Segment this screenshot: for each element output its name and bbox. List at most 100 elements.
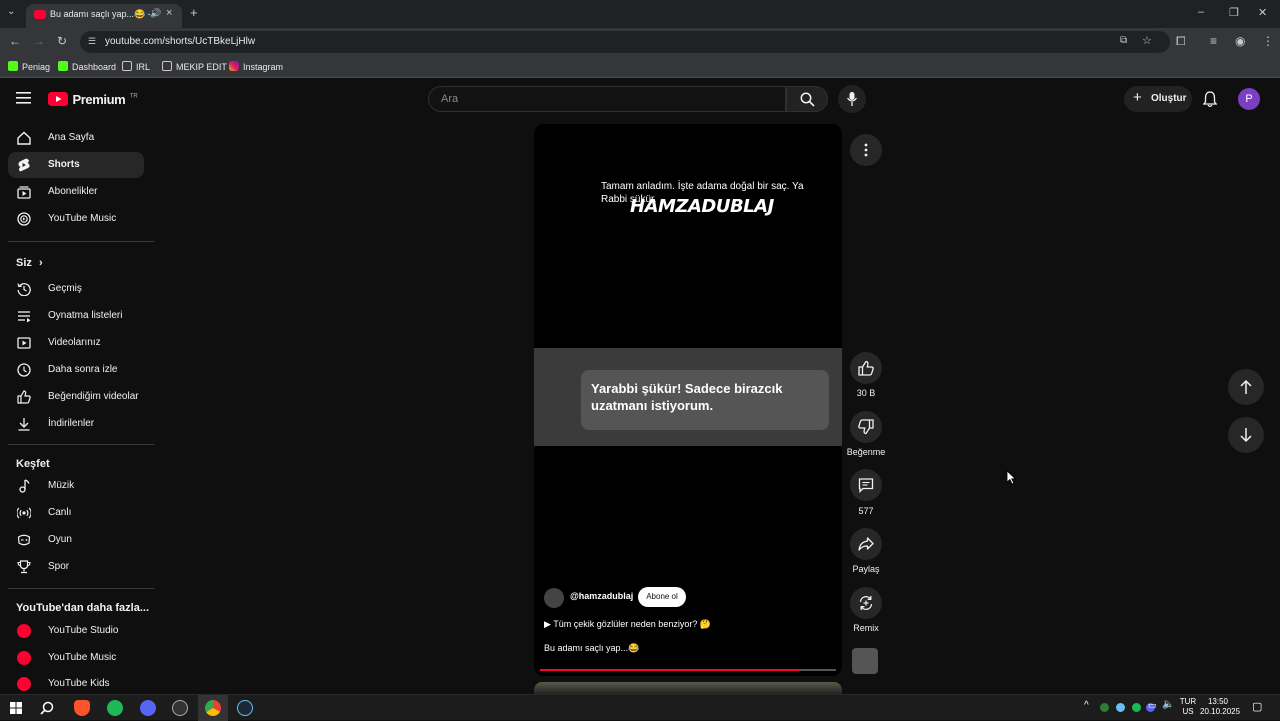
channel-avatar[interactable]	[544, 588, 564, 608]
windows-taskbar: ^ ▭ 🔈 TUR US 13:50 20.10.2025 ▢	[0, 694, 1280, 721]
back-icon[interactable]: ←	[9, 34, 21, 48]
you-heading-label: Siz	[16, 257, 32, 269]
volume-icon[interactable]: 🔈	[1162, 699, 1174, 710]
notifications-icon[interactable]: ▢	[1252, 700, 1262, 713]
maximize-button[interactable]: ❐	[1229, 6, 1239, 19]
sidebar-you-heading[interactable]: Siz ›	[16, 257, 43, 269]
sidebar-item-liked-videos[interactable]: Beğendiğim videolar	[8, 384, 144, 410]
forward-icon[interactable]: →	[33, 34, 45, 48]
game-app-icon[interactable]	[172, 700, 188, 716]
next-short-preview[interactable]	[534, 682, 842, 694]
bookmark-mekip-edit[interactable]: MEKIP EDIT	[162, 61, 227, 72]
related-video-link[interactable]: ▶ Tüm çekik gözlüler neden benziyor? 🤔	[544, 619, 711, 630]
peniag-icon	[8, 61, 18, 71]
create-button[interactable]: + Oluştur	[1124, 86, 1192, 112]
tray-app-icon[interactable]	[1100, 703, 1109, 712]
sidebar-item-subscriptions[interactable]: Abonelikler	[8, 179, 144, 205]
brave-browser-icon[interactable]	[74, 700, 90, 716]
bookmark-peniag[interactable]: Peniag	[8, 61, 50, 72]
sidebar-item-label: Daha sonra izle	[48, 364, 118, 375]
like-icon	[17, 390, 31, 404]
sidebar-item-youtube-music-app[interactable]: YouTube Music	[8, 645, 144, 671]
taskbar-search-icon[interactable]	[40, 701, 54, 715]
spotify-icon[interactable]	[107, 700, 123, 716]
chrome-taskbar-active[interactable]	[198, 695, 228, 721]
new-tab-button[interactable]: +	[190, 5, 198, 20]
tray-spotify-icon[interactable]	[1132, 703, 1141, 712]
windows-start-icon[interactable]	[10, 702, 22, 714]
like-button[interactable]	[850, 352, 882, 384]
speech-bubble-text: Yarabbi şükür! Sadece birazcık uzatmanı …	[591, 381, 783, 413]
speech-bubble: Yarabbi şükür! Sadece birazcık uzatmanı …	[581, 370, 829, 430]
extensions-icon[interactable]: ⧠	[1176, 34, 1186, 49]
sidebar-item-home[interactable]: Ana Sayfa	[8, 125, 144, 151]
voice-search-button[interactable]	[838, 85, 866, 113]
sidebar-item-your-videos[interactable]: Videolarınız	[8, 330, 144, 356]
account-avatar[interactable]: P	[1238, 88, 1260, 110]
bookmark-dashboard[interactable]: Dashboard	[58, 61, 116, 72]
reload-icon[interactable]: ↻	[57, 34, 67, 48]
tab-title: Bu adamı saçlı yap...😂 - Yo	[50, 9, 150, 19]
sidebar-item-downloads[interactable]: İndirilenler	[8, 411, 144, 437]
sidebar-item-watch-later[interactable]: Daha sonra izle	[8, 357, 144, 383]
network-icon[interactable]: ▭	[1148, 700, 1157, 711]
sidebar-item-youtube-kids[interactable]: YouTube Kids	[8, 671, 144, 694]
audio-icon[interactable]: 🔊	[150, 8, 161, 19]
discord-icon[interactable]	[140, 700, 156, 716]
sidebar-item-youtube-music[interactable]: YouTube Music	[8, 206, 144, 232]
tray-steam-icon[interactable]	[1116, 703, 1125, 712]
hamburger-menu-icon[interactable]	[16, 92, 31, 104]
remix-button[interactable]	[850, 587, 882, 619]
url-bar[interactable]: ☰ youtube.com/shorts/UcTBkeLjHlw ⧉ ☆	[80, 31, 1170, 53]
language-code: TUR	[1179, 697, 1197, 706]
previous-short-button[interactable]	[1228, 369, 1264, 405]
dashboard-icon	[58, 61, 68, 71]
search-input[interactable]: Ara	[428, 86, 786, 112]
sidebar-item-music[interactable]: Müzik	[8, 473, 144, 499]
dislike-button[interactable]	[850, 411, 882, 443]
tab-close-icon[interactable]: ×	[166, 7, 172, 19]
folder-icon	[162, 61, 172, 71]
sidebar-item-history[interactable]: Geçmiş	[8, 276, 144, 302]
bookmark-irl[interactable]: IRL	[122, 61, 150, 72]
sidebar-item-sports[interactable]: Spor	[8, 554, 144, 580]
close-window-button[interactable]: ✕	[1258, 6, 1267, 19]
bookmarks-bar: Peniag Dashboard IRL MEKIP EDIT Instagra…	[0, 56, 1280, 78]
channel-name[interactable]: @hamzadublaj	[570, 591, 633, 601]
comments-button[interactable]	[850, 469, 882, 501]
minimize-button[interactable]: –	[1198, 6, 1204, 18]
sidebar-item-youtube-studio[interactable]: YouTube Studio	[8, 618, 144, 644]
video-progress-bar[interactable]	[540, 669, 836, 671]
notifications-bell-icon[interactable]	[1203, 91, 1217, 107]
music-note-icon	[19, 479, 30, 493]
sidebar-divider	[8, 444, 154, 445]
tray-expand-icon[interactable]: ^	[1084, 700, 1089, 711]
sidebar-item-gaming[interactable]: Oyun	[8, 527, 144, 553]
browser-tab[interactable]: Bu adamı saçlı yap...😂 - Yo 🔊 ×	[26, 4, 182, 28]
browser-menu-icon[interactable]: ⋮	[1262, 34, 1274, 48]
profile-icon[interactable]: ◉	[1235, 34, 1245, 48]
subscribe-button[interactable]: Abone ol	[638, 587, 686, 607]
install-app-icon[interactable]: ⧉	[1120, 35, 1127, 46]
search-button[interactable]	[786, 86, 828, 112]
sound-thumbnail[interactable]	[852, 648, 878, 674]
youtube-premium-logo[interactable]: Premium TR	[48, 91, 138, 109]
sidebar-item-playlists[interactable]: Oynatma listeleri	[8, 303, 144, 329]
tab-list-icon[interactable]: ⌄	[7, 6, 15, 17]
more-options-button[interactable]	[850, 134, 882, 166]
bookmark-star-icon[interactable]: ☆	[1142, 34, 1152, 47]
sidebar-item-shorts[interactable]: Shorts	[8, 152, 144, 178]
keyboard-layout: US	[1182, 707, 1194, 716]
shorts-video-player[interactable]: HAMZADUBLAJ Tamam anladım. İşte adama do…	[534, 124, 842, 676]
clock[interactable]: 13:50 20.10.2025	[1200, 697, 1240, 717]
site-info-icon[interactable]: ☰	[88, 36, 96, 47]
sidebar-item-live[interactable]: Canlı	[8, 500, 144, 526]
next-short-button[interactable]	[1228, 417, 1264, 453]
language-indicator[interactable]: TUR US	[1176, 697, 1200, 717]
share-button[interactable]	[850, 528, 882, 560]
media-control-icon[interactable]: ≡	[1210, 34, 1217, 48]
download-icon	[18, 418, 30, 431]
bookmark-instagram[interactable]: Instagram	[229, 61, 283, 72]
sidebar: Ana Sayfa Shorts Abonelikler YouTube Mus…	[0, 118, 154, 694]
steam-icon[interactable]	[237, 700, 253, 716]
